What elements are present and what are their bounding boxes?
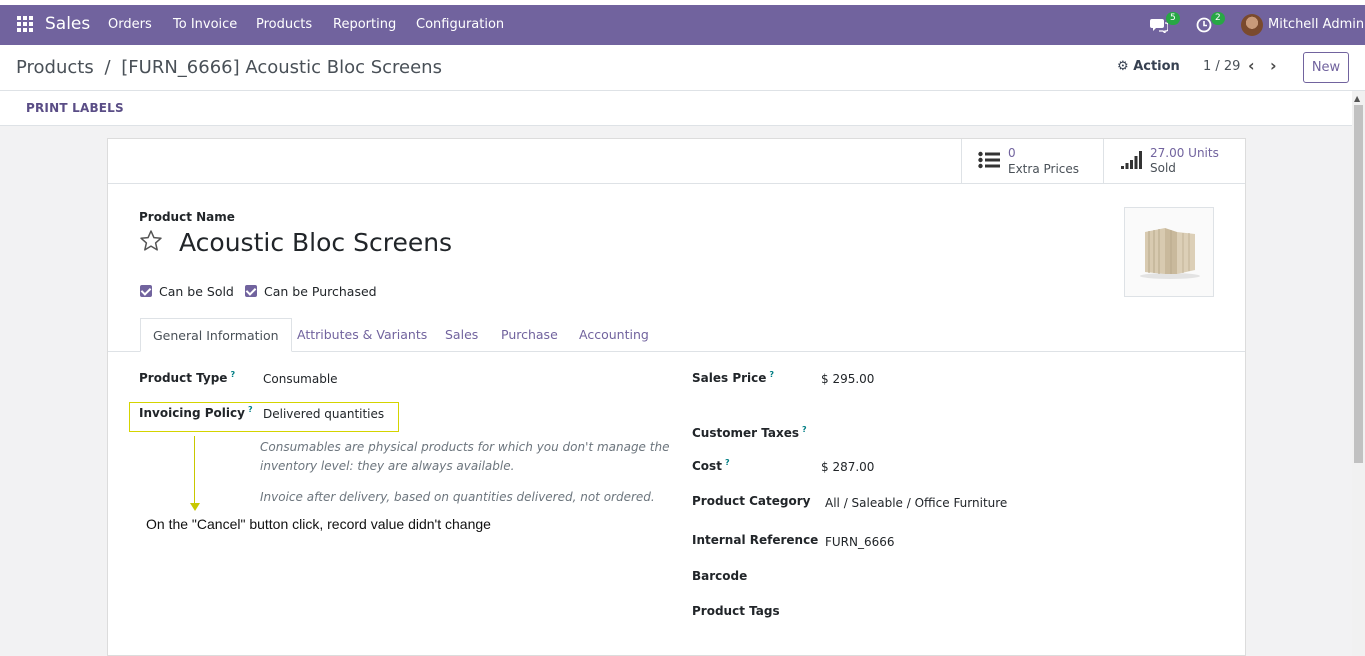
divider bbox=[108, 183, 1245, 184]
product-category-label: Product Category bbox=[692, 494, 811, 508]
control-panel: Products / [FURN_6666] Acoustic Bloc Scr… bbox=[0, 45, 1365, 91]
internal-reference-label: Internal Reference bbox=[692, 533, 819, 547]
tab-general-information[interactable]: General Information bbox=[140, 318, 292, 352]
extra-prices-value: 0 bbox=[1008, 146, 1016, 160]
help-icon: ? bbox=[801, 425, 807, 434]
can-be-purchased-checkbox[interactable] bbox=[245, 285, 257, 297]
breadcrumb-current: [FURN_6666] Acoustic Bloc Screens bbox=[121, 57, 442, 78]
help-icon: ? bbox=[230, 370, 236, 379]
tab-purchase[interactable]: Purchase bbox=[501, 318, 558, 352]
screen-image bbox=[1140, 228, 1200, 279]
list-icon bbox=[978, 151, 1000, 169]
avatar[interactable] bbox=[1241, 14, 1263, 36]
messages-badge: 5 bbox=[1166, 12, 1180, 25]
consumable-help-text: Consumables are physical products for wh… bbox=[260, 440, 670, 473]
sales-price-label: Sales Price? bbox=[692, 370, 775, 385]
star-icon[interactable] bbox=[139, 229, 163, 253]
action-button[interactable]: ⚙ Action bbox=[1117, 59, 1180, 74]
product-name-input[interactable]: Acoustic Bloc Screens bbox=[179, 228, 452, 257]
user-name[interactable]: Mitchell Admin bbox=[1268, 17, 1364, 32]
extra-prices-label: Extra Prices bbox=[1008, 162, 1080, 176]
product-type-label: Product Type? bbox=[139, 370, 236, 385]
can-be-sold-label: Can be Sold bbox=[159, 284, 234, 299]
can-be-purchased-label: Can be Purchased bbox=[264, 284, 377, 299]
product-type-field[interactable]: Consumable bbox=[263, 372, 338, 386]
scrollbar-thumb[interactable] bbox=[1354, 105, 1363, 463]
customer-taxes-label: Customer Taxes? bbox=[692, 425, 807, 440]
chevron-right-icon[interactable]: › bbox=[1270, 56, 1277, 75]
tab-accounting[interactable]: Accounting bbox=[579, 318, 649, 352]
highlight-box bbox=[129, 402, 399, 432]
pager-value[interactable]: 1 / 29 bbox=[1203, 59, 1240, 74]
menu-to-invoice[interactable]: To Invoice bbox=[173, 17, 237, 32]
product-image[interactable] bbox=[1124, 207, 1214, 297]
sold-value: 27.00 Units bbox=[1150, 146, 1219, 160]
tab-sales[interactable]: Sales bbox=[445, 318, 478, 352]
action-label: Action bbox=[1133, 59, 1180, 74]
status-bar: PRINT LABELS bbox=[0, 91, 1365, 126]
annotation-arrow-line bbox=[194, 436, 195, 506]
cost-field[interactable]: $ 287.00 bbox=[821, 460, 874, 474]
top-navbar: Sales Orders To Invoice Products Reporti… bbox=[0, 5, 1365, 45]
extra-prices-button[interactable]: 0 Extra Prices bbox=[961, 139, 1103, 183]
invoice-policy-help-text: Invoice after delivery, based on quantit… bbox=[260, 490, 655, 504]
app-name[interactable]: Sales bbox=[45, 14, 90, 34]
breadcrumb-products[interactable]: Products bbox=[16, 57, 94, 78]
notebook-tabs: General Information Attributes & Variant… bbox=[108, 318, 1245, 352]
form-sheet: 0 Extra Prices 27.00 Units Sold Product … bbox=[107, 138, 1246, 656]
internal-reference-field[interactable]: FURN_6666 bbox=[825, 535, 895, 549]
sold-label: Sold bbox=[1150, 161, 1176, 175]
can-be-sold-checkbox[interactable] bbox=[140, 285, 152, 297]
activities-badge: 2 bbox=[1211, 12, 1225, 25]
menu-configuration[interactable]: Configuration bbox=[416, 17, 504, 32]
app-grid-icon[interactable] bbox=[17, 16, 33, 32]
tab-attributes-variants[interactable]: Attributes & Variants bbox=[297, 318, 427, 352]
menu-reporting[interactable]: Reporting bbox=[333, 17, 396, 32]
help-icon: ? bbox=[769, 370, 775, 379]
scroll-up-icon[interactable]: ▲ bbox=[1354, 94, 1360, 103]
breadcrumb: Products / [FURN_6666] Acoustic Bloc Scr… bbox=[16, 57, 442, 78]
gear-icon: ⚙ bbox=[1117, 59, 1129, 74]
annotation-text: On the "Cancel" button click, record val… bbox=[146, 516, 491, 532]
sales-price-field[interactable]: $ 295.00 bbox=[821, 372, 874, 386]
menu-products[interactable]: Products bbox=[256, 17, 312, 32]
signal-chart-icon bbox=[1121, 151, 1142, 169]
product-category-field[interactable]: All / Saleable / Office Furniture bbox=[825, 496, 1007, 510]
annotation-arrow-head bbox=[190, 503, 200, 511]
print-labels-button[interactable]: PRINT LABELS bbox=[26, 101, 124, 115]
help-icon: ? bbox=[724, 458, 730, 467]
sold-button[interactable]: 27.00 Units Sold bbox=[1103, 139, 1246, 183]
new-button[interactable]: New bbox=[1303, 52, 1349, 83]
clock-icon[interactable] bbox=[1196, 17, 1212, 33]
menu-orders[interactable]: Orders bbox=[108, 17, 152, 32]
product-name-label: Product Name bbox=[139, 210, 235, 224]
product-tags-label: Product Tags bbox=[692, 604, 780, 618]
breadcrumb-separator: / bbox=[104, 57, 111, 78]
chevron-left-icon[interactable]: ‹ bbox=[1248, 56, 1255, 75]
cost-label: Cost? bbox=[692, 458, 730, 473]
barcode-label: Barcode bbox=[692, 569, 748, 583]
